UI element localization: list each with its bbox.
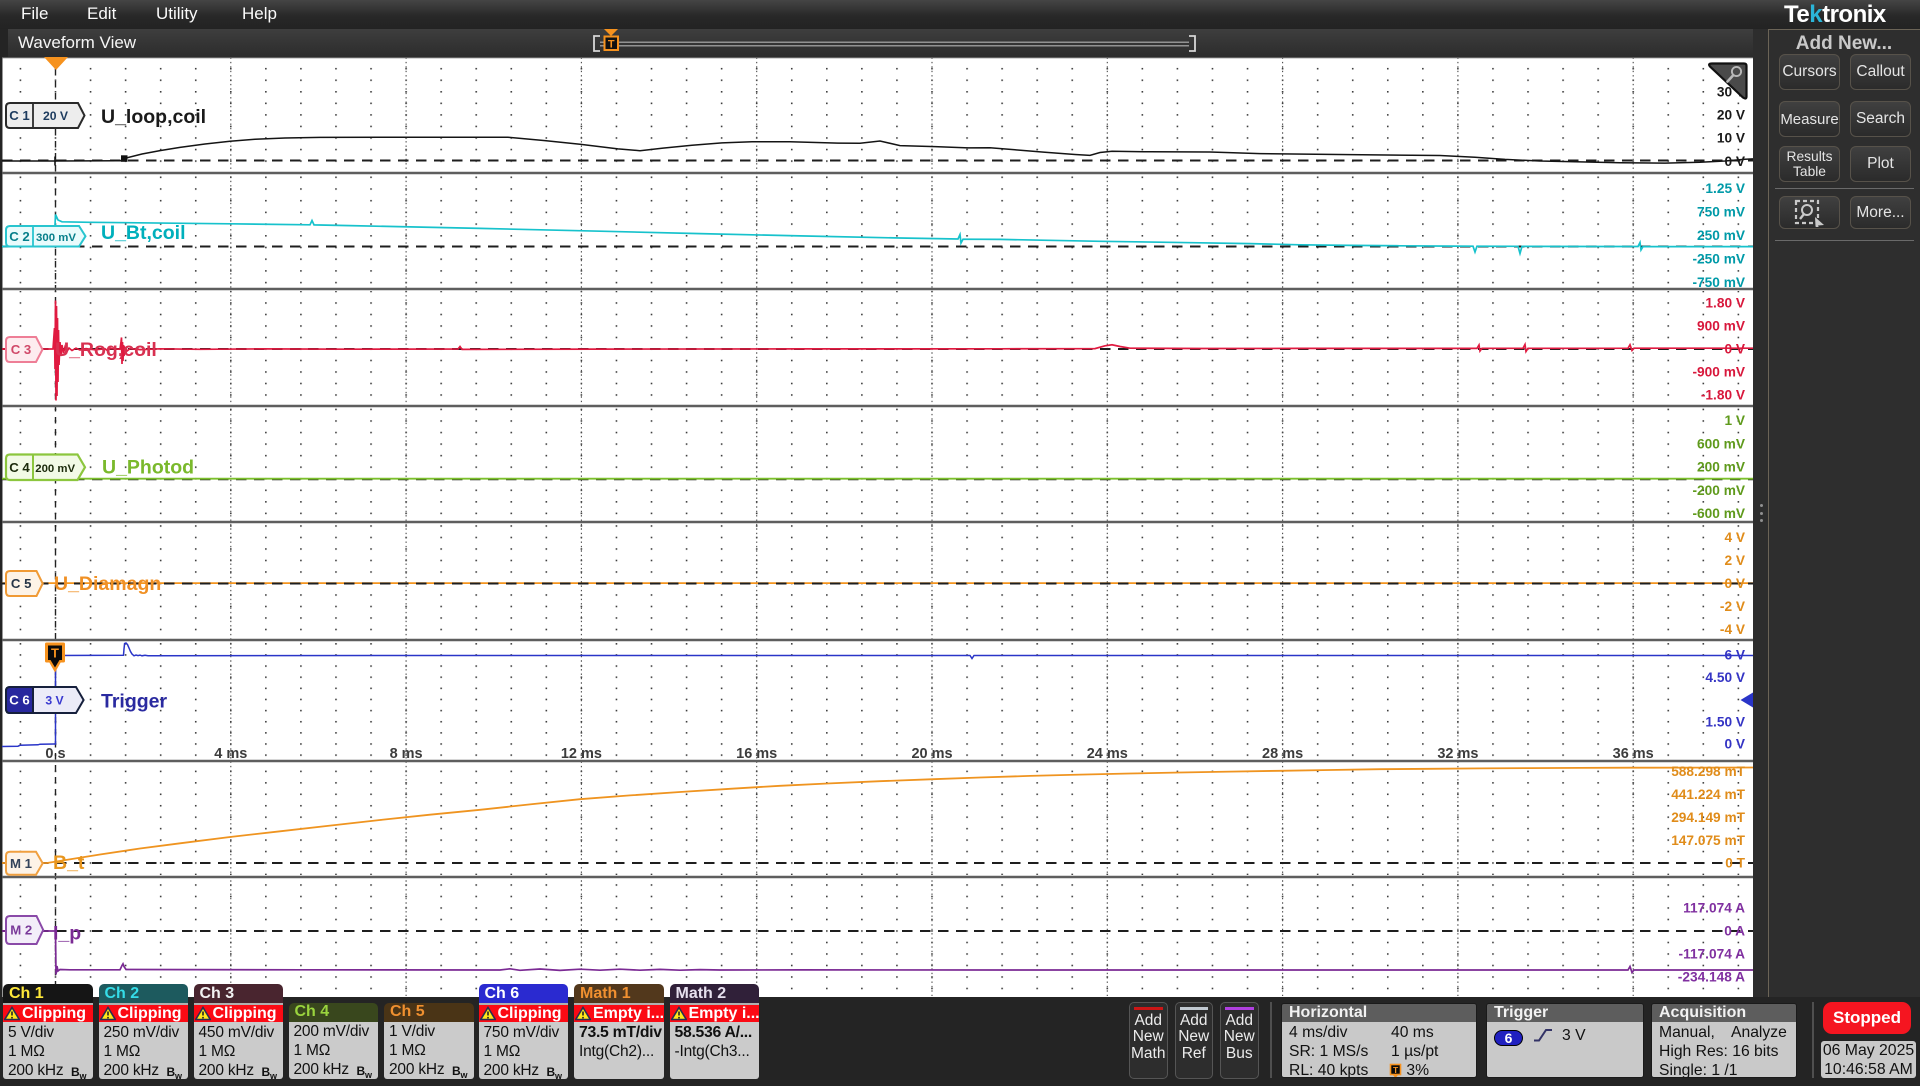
svg-text:588.298 mT: 588.298 mT (1671, 764, 1745, 779)
svg-text:12 ms: 12 ms (561, 746, 602, 762)
svg-text:1.25 V: 1.25 V (1705, 181, 1745, 196)
svg-text:-234.148 A: -234.148 A (1678, 970, 1745, 985)
svg-text:-1.80 V: -1.80 V (1701, 388, 1746, 403)
svg-text:M 1: M 1 (10, 856, 32, 871)
svg-text:0 V: 0 V (1724, 576, 1745, 591)
svg-text:B_t: B_t (53, 852, 85, 874)
svg-text:C 6: C 6 (9, 693, 30, 708)
svg-text:0 s: 0 s (45, 746, 65, 762)
svg-text:-117.074 A: -117.074 A (1679, 947, 1746, 962)
svg-text:200 mV: 200 mV (1697, 460, 1746, 475)
svg-text:0 A: 0 A (1724, 924, 1745, 939)
svg-text:0 V: 0 V (1724, 342, 1745, 357)
svg-text:C 5: C 5 (11, 576, 32, 591)
svg-text:16 ms: 16 ms (736, 746, 777, 762)
svg-text:441.224 mT: 441.224 mT (1671, 787, 1745, 802)
svg-text:-900 mV: -900 mV (1693, 365, 1746, 380)
svg-text:-600 mV: -600 mV (1693, 506, 1746, 521)
svg-text:U_Photod: U_Photod (102, 456, 194, 478)
svg-text:28 ms: 28 ms (1262, 746, 1303, 762)
svg-text:1.80 V: 1.80 V (1705, 296, 1745, 311)
svg-text:24 ms: 24 ms (1087, 746, 1128, 762)
svg-text:U_loop,coil: U_loop,coil (101, 106, 206, 128)
svg-text:4.50 V: 4.50 V (1705, 670, 1745, 685)
svg-text:U_Diamagn: U_Diamagn (54, 573, 161, 595)
svg-text:M 2: M 2 (10, 923, 32, 938)
svg-text:8 ms: 8 ms (390, 746, 423, 762)
svg-text:20 ms: 20 ms (911, 746, 952, 762)
svg-text:0 V: 0 V (1724, 737, 1745, 752)
svg-text:I_p: I_p (53, 922, 81, 944)
svg-text:1.50 V: 1.50 V (1705, 715, 1745, 730)
svg-text:250 mV: 250 mV (1697, 228, 1746, 243)
svg-text:C 2: C 2 (9, 229, 30, 244)
svg-text:900 mV: 900 mV (1697, 319, 1746, 334)
svg-text:117.074 A: 117.074 A (1683, 901, 1745, 916)
svg-text:C 4: C 4 (9, 460, 30, 475)
svg-text:T: T (608, 39, 615, 51)
svg-text:-2 V: -2 V (1720, 599, 1746, 614)
svg-text:147.075 mT: 147.075 mT (1671, 833, 1745, 848)
svg-text:U_Rog,coil: U_Rog,coil (55, 339, 157, 361)
svg-text:C 3: C 3 (11, 342, 32, 357)
svg-text:Trigger: Trigger (101, 690, 168, 712)
svg-text:3 V: 3 V (45, 694, 64, 708)
svg-text:U_Bt,coil: U_Bt,coil (101, 222, 186, 244)
svg-text:-200 mV: -200 mV (1693, 483, 1746, 498)
svg-text:36 ms: 36 ms (1613, 746, 1654, 762)
svg-text:0 V: 0 V (1724, 154, 1745, 169)
svg-text:0 T: 0 T (1725, 856, 1745, 871)
svg-text:-250 mV: -250 mV (1693, 252, 1746, 267)
svg-text:10 V: 10 V (1717, 131, 1746, 146)
svg-text:-4 V: -4 V (1720, 622, 1746, 637)
svg-text:6 V: 6 V (1724, 648, 1745, 663)
svg-text:750 mV: 750 mV (1697, 205, 1746, 220)
svg-text:300 mV: 300 mV (36, 232, 76, 244)
svg-text:4 ms: 4 ms (214, 746, 247, 762)
svg-text:-750 mV: -750 mV (1693, 275, 1746, 290)
svg-text:2 V: 2 V (1724, 553, 1745, 568)
svg-text:20 V: 20 V (43, 109, 69, 123)
svg-text:C 1: C 1 (9, 108, 30, 123)
svg-text:4 V: 4 V (1724, 530, 1745, 545)
svg-text:200 mV: 200 mV (35, 463, 75, 475)
svg-text:1 V: 1 V (1724, 413, 1745, 428)
svg-text:600 mV: 600 mV (1697, 436, 1746, 451)
svg-text:294.149 mT: 294.149 mT (1671, 810, 1745, 825)
svg-text:32 ms: 32 ms (1437, 746, 1478, 762)
svg-text:20 V: 20 V (1717, 108, 1746, 123)
svg-text:T: T (1393, 1065, 1399, 1075)
svg-text:T: T (51, 646, 59, 661)
